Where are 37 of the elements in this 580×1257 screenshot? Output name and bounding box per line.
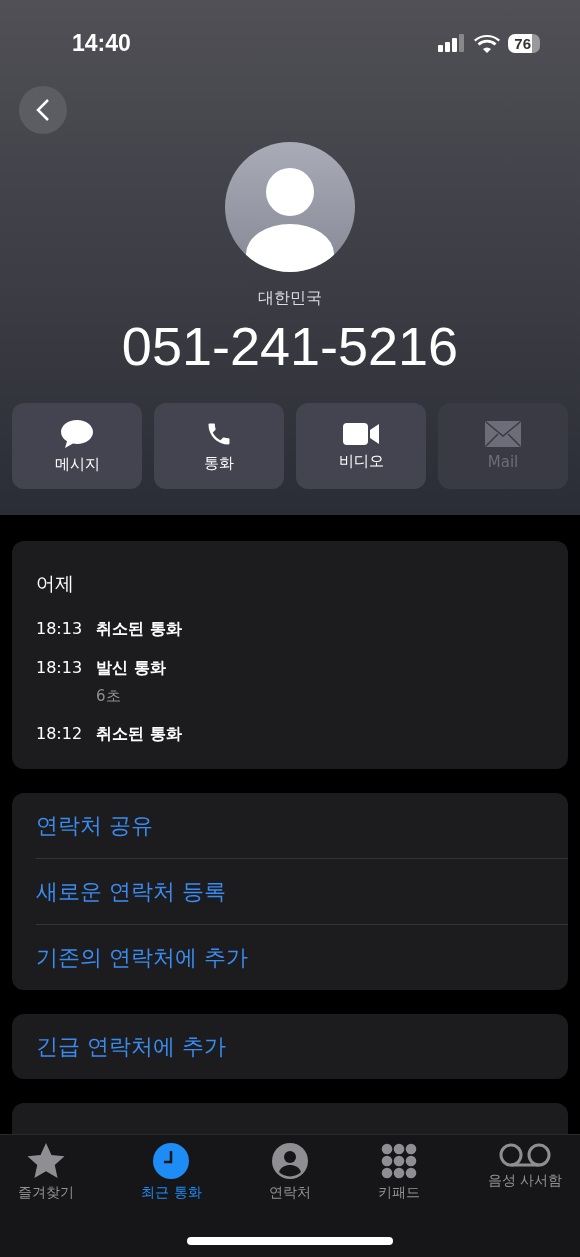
status-time: 14:40	[72, 29, 131, 57]
tab-item[interactable]: 음성 사서함	[487, 1143, 562, 1207]
signal-icon	[438, 34, 467, 52]
chevron-left-icon	[36, 98, 50, 122]
envelope-icon	[485, 421, 521, 447]
tab-item[interactable]: 즐겨찾기	[18, 1143, 74, 1207]
keypad-icon	[381, 1143, 418, 1179]
phone-number: 051-241-5216	[121, 315, 459, 377]
call-type: 취소된 통화	[96, 724, 182, 745]
tab-item[interactable]: 키패드	[378, 1143, 421, 1207]
call-action-button[interactable]: 통화	[154, 403, 284, 489]
message-action-button[interactable]: 메시지	[12, 403, 142, 489]
battery-indicator: 76	[508, 33, 540, 53]
call-duration: 6초	[96, 687, 122, 706]
video-action-button[interactable]: 비디오	[296, 403, 426, 489]
contact-action-link[interactable]: 연락처 공유	[12, 793, 568, 858]
tab-item[interactable]: 연락처	[269, 1143, 311, 1207]
speech-bubble-icon	[60, 418, 94, 449]
contact-action-link[interactable]: 기존의 연락처에 추가	[12, 925, 568, 990]
video-camera-icon	[343, 421, 379, 446]
call-type: 발신 통화	[96, 658, 166, 679]
star-icon	[27, 1143, 65, 1179]
call-time: 18:13	[36, 619, 83, 638]
voicemail-icon	[498, 1143, 551, 1167]
avatar-icon	[225, 142, 355, 272]
person-circle-icon	[272, 1143, 308, 1179]
back-button[interactable]	[19, 86, 67, 134]
call-type: 취소된 통화	[96, 619, 182, 640]
country-label: 대한민국	[258, 288, 322, 309]
clock-icon	[153, 1143, 190, 1179]
call-time: 18:13	[36, 658, 83, 677]
tab-item[interactable]: 최근 통화	[141, 1143, 202, 1207]
date-heading: 어제	[36, 571, 75, 596]
emergency-contact-link[interactable]: 긴급 연락처에 추가	[12, 1014, 568, 1079]
wifi-icon	[474, 33, 501, 53]
call-time: 18:12	[36, 724, 83, 743]
contact-action-link[interactable]: 새로운 연락처 등록	[12, 859, 568, 924]
